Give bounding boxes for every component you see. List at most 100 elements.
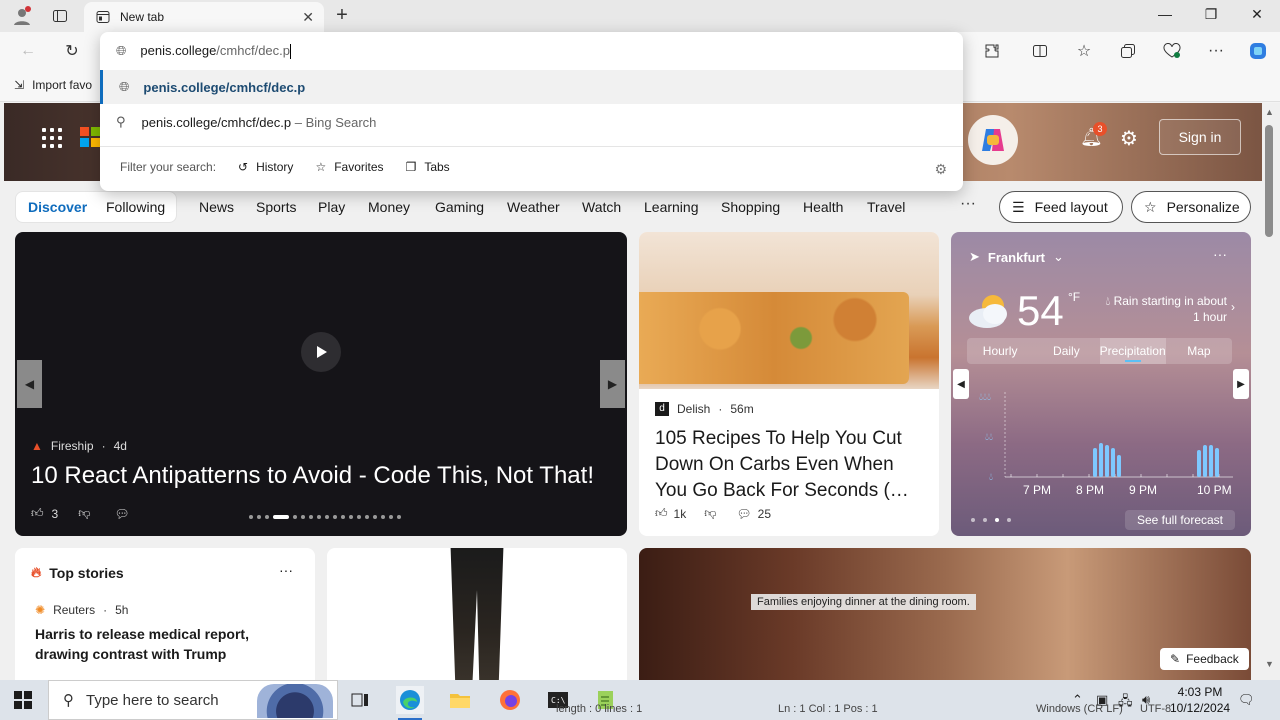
nav-following[interactable]: Following [106,199,165,215]
suggestion-url[interactable]: 🌐︎ penis.college/cmhcf/dec.p [100,70,963,104]
restore-button[interactable]: ❐ [1196,6,1226,23]
top-stories-more-button[interactable]: ··· [279,562,293,578]
filter-favorites[interactable]: ☆ Favorites [315,160,383,174]
browser-essentials-icon[interactable] [1162,41,1182,61]
address-bar-input[interactable]: 🌐︎ penis.college/cmhcf/dec.p [100,32,963,70]
taskbar-search-box[interactable]: ⚲ Type here to search [48,680,338,720]
weather-location-name: Frankfurt [987,249,1045,265]
nav-watch[interactable]: Watch [582,199,621,215]
tray-chevron-up-icon[interactable]: ⌃ [1072,692,1083,708]
story-headline[interactable]: Harris to release medical report, drawin… [35,624,305,664]
carousel-prev-button[interactable]: ◀ [17,360,42,408]
nav-travel[interactable]: Travel [867,199,905,215]
copilot-button[interactable] [968,115,1018,165]
feedback-button[interactable]: ✎ Feedback [1160,648,1249,670]
start-button[interactable] [14,691,32,709]
scroll-down-arrow-icon[interactable]: ▼ [1265,659,1274,669]
volume-icon[interactable]: 🔊︎ [1142,692,1150,708]
page-settings-gear-icon[interactable]: ⚙ [1120,126,1138,151]
app-launcher-icon[interactable] [42,128,62,148]
dislike-icon[interactable]: 👎︎ [704,506,716,521]
recipe-card[interactable]: d Delish · 56m 105 Recipes To Help You C… [639,232,939,536]
nav-learning[interactable]: Learning [644,199,699,215]
nav-weather[interactable]: Weather [507,199,560,215]
profile-avatar-icon[interactable] [12,6,32,26]
weather-tab-precipitation[interactable]: Precipitation [1099,338,1166,364]
like-icon[interactable]: 👍︎ [31,506,44,521]
system-clock[interactable]: 4:03 PM 10/12/2024 [1170,684,1230,716]
nav-money[interactable]: Money [368,199,410,215]
weather-location[interactable]: ➤ Frankfurt ⌄ [969,249,1064,265]
recipe-image [639,232,939,389]
weather-tab-hourly[interactable]: Hourly [967,338,1033,364]
edge-taskbar-icon[interactable] [396,686,424,720]
nav-news[interactable]: News [199,199,234,215]
taskbar-search-placeholder: Type here to search [86,691,219,709]
import-favorites-link[interactable]: ⇲ Import favo [14,78,92,92]
file-explorer-icon[interactable] [446,686,474,714]
split-screen-icon[interactable] [1030,41,1050,61]
tab-new-tab[interactable]: New tab ✕ [84,2,324,32]
like-icon[interactable]: 👍︎ [655,506,668,521]
tab-actions-icon[interactable] [50,6,70,26]
nav-shopping[interactable]: Shopping [721,199,780,215]
suggestion-search[interactable]: ⚲ penis.college/cmhcf/dec.p – Bing Searc… [100,105,963,139]
notifications-center-icon[interactable]: 🗨︎ [1238,692,1255,708]
dinner-photo-card[interactable]: Families enjoying dinner at the dining r… [639,548,1251,680]
comment-icon[interactable]: 💬︎ [736,507,751,521]
collections-icon[interactable] [1118,41,1138,61]
carousel-source: ▲ Fireship · 4d [31,439,127,453]
video-carousel[interactable]: ◀ ▶ ▲ Fireship · 4d 10 React Antipattern… [15,232,627,536]
carousel-headline[interactable]: 10 React Antipatterns to Avoid - Code Th… [31,462,594,490]
filter-history[interactable]: ↺ History [238,160,293,174]
task-view-icon[interactable] [346,686,374,714]
filter-tabs[interactable]: ❐ Tabs [406,160,450,174]
favorites-star-icon[interactable]: ☆ [1074,41,1094,61]
nav-play[interactable]: Play [318,199,345,215]
chevron-right-icon[interactable]: › [1231,300,1235,314]
network-icon[interactable]: 🖧︎ [1118,692,1133,714]
weather-temperature: 54 [1017,287,1064,334]
tray-device-icon[interactable]: ▣ [1096,692,1108,708]
comment-icon[interactable]: 💬︎ [114,507,129,521]
copilot-logo-icon [982,129,1004,151]
nav-discover[interactable]: Discover [28,199,87,215]
personalize-button[interactable]: ☆ Personalize [1131,191,1251,223]
settings-more-icon[interactable]: ··· [1206,41,1226,61]
nav-gaming[interactable]: Gaming [435,199,484,215]
carousel-next-button[interactable]: ▶ [600,360,625,408]
play-button[interactable] [301,332,341,372]
weather-tab-map[interactable]: Map [1166,338,1232,364]
weather-card[interactable]: ➤ Frankfurt ⌄ ··· 54 °F 💧︎ Rain starting… [951,232,1251,536]
sign-in-button[interactable]: Sign in [1159,119,1241,155]
weather-tab-daily[interactable]: Daily [1033,338,1099,364]
weather-more-button[interactable]: ··· [1213,246,1227,262]
feed-layout-button[interactable]: ☰ Feed layout [999,191,1123,223]
nav-health[interactable]: Health [803,199,843,215]
recipe-headline[interactable]: 105 Recipes To Help You Cut Down On Carb… [655,426,925,504]
flame-icon: 🔥︎ [31,564,42,580]
refresh-icon[interactable]: ↻ [62,41,82,61]
minimize-button[interactable]: — [1150,6,1180,22]
ad-card[interactable] [327,548,627,680]
tab-close-icon[interactable]: ✕ [302,9,314,26]
import-icon: ⇲ [14,78,25,92]
weather-prev-button[interactable]: ◀ [953,369,969,399]
like-count: 1k [673,506,687,521]
back-arrow-icon[interactable]: ← [18,41,38,61]
firefox-icon[interactable] [496,686,524,714]
dislike-icon[interactable]: 👎︎ [78,506,90,521]
close-window-button[interactable]: ✕ [1242,6,1272,23]
nav-more-button[interactable]: ··· [960,195,976,213]
scrollbar-thumb[interactable] [1265,125,1273,237]
ad-image [450,548,504,680]
new-tab-button[interactable]: + [332,4,352,27]
scroll-up-arrow-icon[interactable]: ▲ [1265,107,1274,117]
see-full-forecast-button[interactable]: See full forecast [1124,510,1235,530]
search-settings-gear-icon[interactable]: ⚙ [934,161,947,178]
extensions-icon[interactable] [982,41,1002,61]
page-scrollbar[interactable]: ▲ ▼ [1262,103,1280,680]
copilot-icon[interactable] [1248,41,1268,61]
nav-sports[interactable]: Sports [256,199,296,215]
comment-count: 25 [757,506,772,521]
